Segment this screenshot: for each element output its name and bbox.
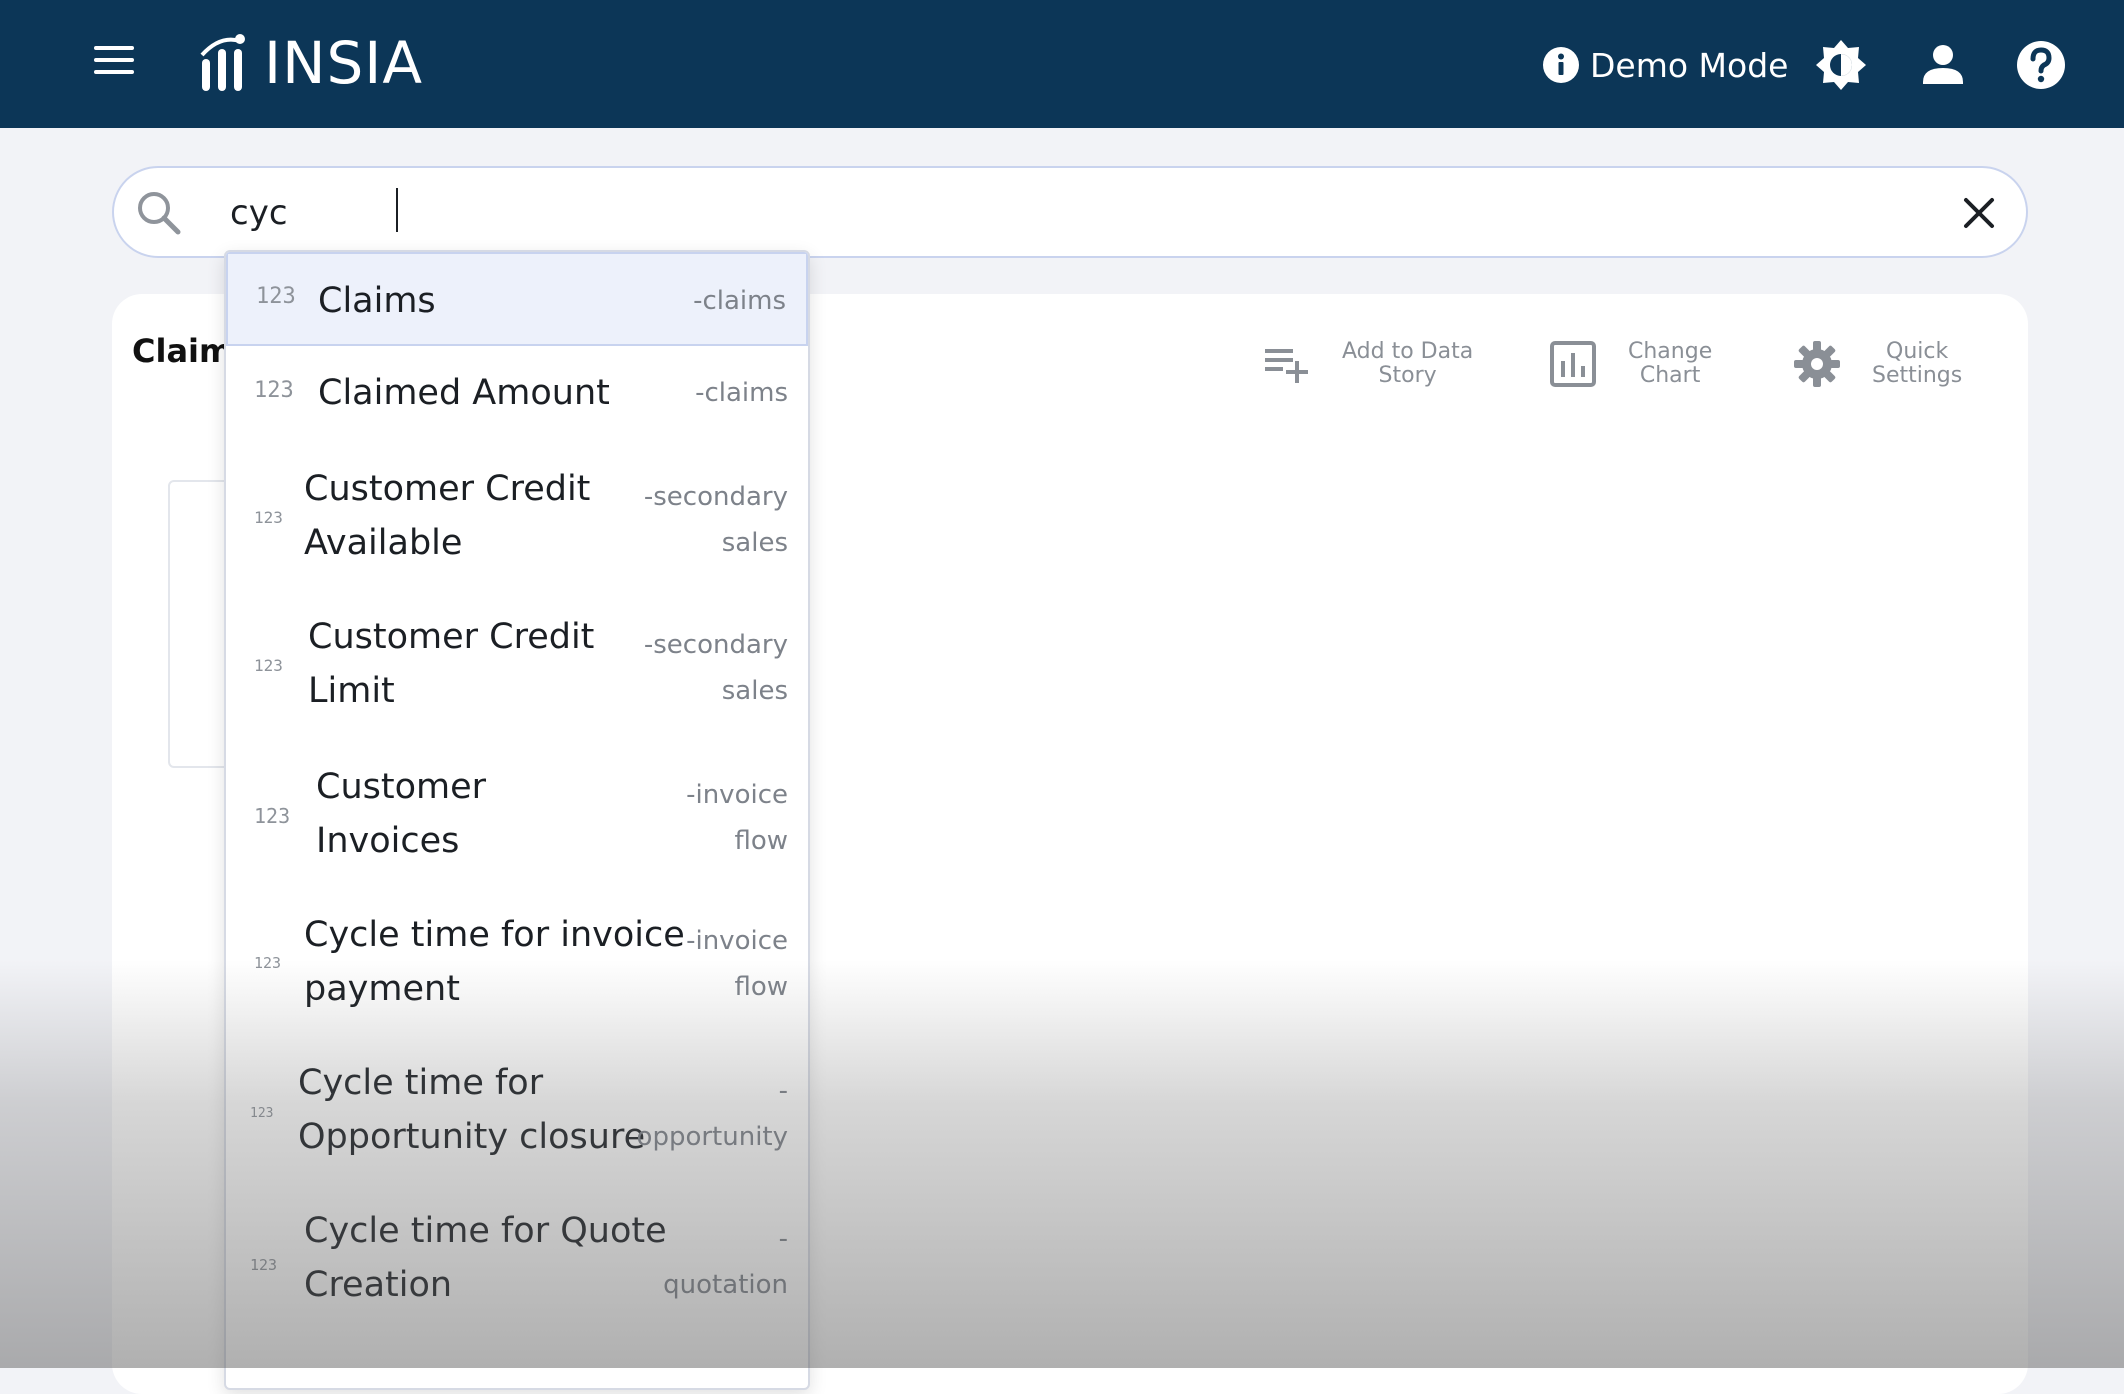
demo-mode-indicator[interactable]: Demo Mode (1542, 42, 1788, 88)
change-chart-label: Change Chart (1628, 339, 1713, 388)
insia-logo-icon (200, 34, 245, 91)
suggestion-source: - opportunity (636, 1076, 788, 1152)
suggestion-source: -claims (693, 286, 786, 316)
help-icon (2017, 41, 2065, 89)
card-title: Claim (132, 332, 233, 370)
suggestion-item[interactable]: 123 Cycle time for Quote Creation - quot… (226, 1186, 808, 1336)
suggestion-source: -claims (695, 378, 788, 408)
number-type-icon: 123 (250, 1256, 278, 1274)
quick-settings-button[interactable]: Quick Settings (1792, 334, 1962, 394)
number-type-icon: 123 (256, 284, 296, 309)
add-to-data-story-label: Add to Data Story (1342, 339, 1474, 388)
search-input[interactable] (230, 182, 1830, 244)
number-type-icon: 123 (254, 508, 283, 527)
top-app-bar: INSIA Demo Mode (0, 0, 2124, 128)
quick-settings-label: Quick Settings (1872, 339, 1963, 388)
suggestion-item[interactable]: 123 Customer Invoices -invoice flow (226, 740, 808, 888)
gear-icon (1794, 341, 1840, 387)
search-icon (138, 192, 181, 235)
suggestion-item[interactable]: 123 Cycle time for Opportunity closure -… (226, 1036, 808, 1186)
suggestion-item[interactable]: 123 Customer Credit Available -secondary… (226, 442, 808, 590)
number-type-icon: 123 (254, 954, 282, 972)
suggestion-item[interactable]: 123 Claimed Amount -claims (226, 348, 808, 440)
suggestion-source: -invoice flow (686, 926, 788, 1002)
search-bar (112, 166, 2028, 258)
help-button[interactable] (2014, 38, 2068, 92)
account-button[interactable] (1916, 38, 1970, 92)
app-logo[interactable]: INSIA (200, 29, 424, 97)
brightness-icon (1816, 40, 1866, 90)
suggestion-source: -invoice flow (686, 780, 788, 856)
suggestion-source: -secondary sales (643, 482, 788, 558)
app-logo-text: INSIA (264, 29, 424, 97)
person-icon (1923, 45, 1963, 84)
suggestion-source: -secondary sales (643, 630, 788, 706)
hamburger-menu-icon[interactable] (94, 46, 134, 78)
number-type-icon: 123 (254, 378, 294, 403)
suggestion-name: Claims (318, 281, 436, 321)
suggestion-item[interactable]: 123 Claims -claims (226, 252, 808, 346)
info-icon (1543, 47, 1579, 83)
change-chart-button[interactable]: Change Chart (1548, 334, 1712, 394)
suggestion-name: Customer Invoices (316, 767, 487, 861)
number-type-icon: 123 (254, 656, 283, 675)
suggestion-name: Cycle time for invoice payment (304, 915, 685, 1009)
number-type-icon: 123 (250, 1106, 274, 1121)
search-suggestions-dropdown: 123 Claims -claims 123 Claimed Amount -c… (224, 250, 810, 1390)
suggestion-source: - quotation (663, 1224, 788, 1300)
suggestion-name: Claimed Amount (318, 373, 610, 413)
suggestion-name: Customer Credit Available (304, 469, 591, 563)
suggestion-name: Cycle time for Opportunity closure (298, 1063, 646, 1157)
playlist-add-icon (1265, 349, 1308, 383)
add-to-data-story-button[interactable]: Add to Data Story (1262, 334, 1473, 394)
suggestion-name: Customer Credit Limit (308, 617, 595, 711)
suggestion-item[interactable]: 123 Customer Credit Limit -secondary sal… (226, 590, 808, 740)
number-type-icon: 123 (254, 804, 291, 828)
suggestion-item[interactable]: 123 Cycle time for invoice payment -invo… (226, 888, 808, 1036)
clear-search-icon[interactable] (1956, 190, 2002, 236)
text-cursor (396, 188, 398, 232)
suggestion-name: Cycle time for Quote Creation (304, 1211, 667, 1305)
demo-mode-label: Demo Mode (1590, 45, 1789, 85)
theme-toggle-button[interactable] (1814, 38, 1868, 92)
bar-chart-icon (1550, 341, 1596, 387)
